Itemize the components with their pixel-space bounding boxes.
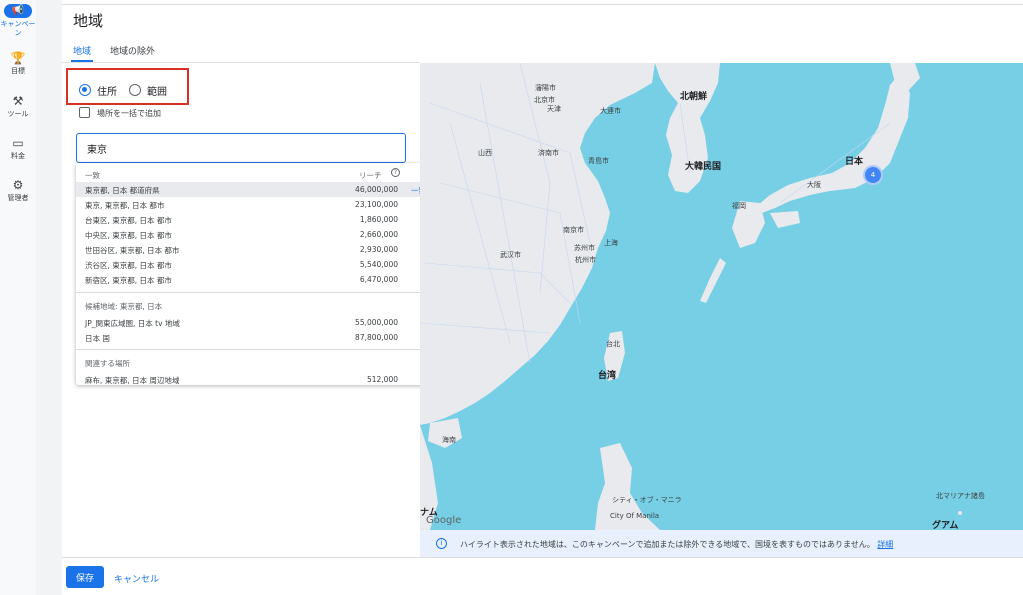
result-reach: 2,660,000 — [359, 230, 398, 239]
tab-excluded-locations[interactable]: 地域の除外 — [110, 44, 155, 57]
help-icon[interactable]: ? — [391, 168, 400, 177]
korea-peninsula — [655, 63, 720, 193]
nav-item-label: 目標 — [11, 67, 25, 75]
map-label-manila-en: City Of Manila — [610, 512, 660, 520]
result-reach: 87,800,000 — [355, 333, 398, 342]
app-root: 📢 キャンペーン 🏆 目標 ⚒ ツール ▭ 料金 ⚙ 管理者 地域 地域 地域の… — [0, 0, 1023, 595]
map-label-taiwan: 台湾 — [598, 371, 617, 381]
map-label-nanjing: 南京市 — [563, 226, 584, 234]
tools-icon: ⚒ — [12, 94, 24, 108]
result-name: 渋谷区, 東京都, 日本 都市 — [85, 261, 172, 270]
nav-item-campaigns[interactable]: 📢 キャンペーン — [0, 4, 36, 38]
map-label-japan: 日本 — [845, 157, 864, 167]
result-name: JP_関東広域圏, 日本 tv 地域 — [85, 319, 180, 328]
result-reach: 46,000,000 — [355, 185, 398, 194]
bulk-add-checkbox[interactable] — [79, 107, 90, 118]
reach-header: リーチ — [359, 171, 382, 180]
bulk-add-label[interactable]: 場所を一括で追加 — [97, 108, 161, 119]
map-view[interactable]: 瀋陽市 大連市 北京市 天津 山西 済南市 青島市 北朝鮮 大韓民国 日本 大阪… — [420, 63, 1023, 530]
radio-address[interactable] — [79, 84, 91, 96]
result-name: 新宿区, 東京都, 日本 都市 — [85, 276, 172, 285]
nav-item-label: 料金 — [11, 152, 25, 160]
google-logo: Google — [426, 515, 462, 526]
result-reach: 55,000,000 — [355, 318, 398, 327]
nav-item-label: 管理者 — [7, 194, 29, 202]
candidate-section-header: 候補地域: 東京都, 日本 — [85, 302, 163, 311]
map-label-hainan: 海南 — [442, 436, 456, 444]
related-section-header: 関連する場所 — [85, 359, 130, 368]
japan-shikoku — [770, 211, 800, 228]
match-header: 一致 — [85, 171, 100, 180]
gear-icon: ⚙ — [12, 178, 24, 192]
map-label-guam: グアム — [932, 521, 959, 530]
map-label-dalian: 大連市 — [600, 107, 621, 115]
nav-item-tools[interactable]: ⚒ ツール — [0, 94, 36, 119]
info-text: ハイライト表示された地域は、このキャンペーンで追加または除外できる地域で、国境を… — [460, 539, 893, 550]
info-bar: i ハイライト表示された地域は、このキャンペーンで追加または除外できる地域で、国… — [420, 530, 1023, 557]
map-label-south-korea: 大韓民国 — [685, 162, 722, 172]
trophy-icon: 🏆 — [10, 51, 26, 65]
learn-more-link[interactable]: 詳細 — [877, 540, 893, 549]
card-icon: ▭ — [12, 136, 24, 150]
top-divider — [62, 4, 1023, 5]
map-label-shanghai: 上海 — [604, 239, 618, 247]
nav-item-admin[interactable]: ⚙ 管理者 — [0, 178, 36, 203]
result-reach: 1,860,000 — [359, 215, 398, 224]
result-name: 麻布, 東京都, 日本 周辺地域 — [85, 376, 180, 385]
footer-divider — [62, 557, 1023, 558]
tab-locations[interactable]: 地域 — [73, 44, 91, 57]
result-name: 世田谷区, 東京都, 日本 都市 — [85, 246, 180, 255]
map-label-wuhan: 武汉市 — [500, 251, 521, 259]
map-label-jinan: 済南市 — [538, 149, 559, 157]
radio-radius[interactable] — [129, 84, 141, 96]
result-reach: 23,100,000 — [355, 200, 398, 209]
info-icon: i — [436, 538, 447, 549]
map-label-suzhou: 苏州市 — [574, 244, 595, 252]
map-land — [420, 63, 962, 530]
radio-address-label[interactable]: 住所 — [97, 83, 117, 98]
map-label-shenyang: 瀋陽市 — [535, 84, 556, 92]
nav-item-label: ツール — [7, 110, 29, 118]
result-name: 日本 国 — [85, 334, 110, 343]
nav-item-label: キャンペーン — [0, 20, 36, 37]
map-label-northern-mariana: 北マリアナ諸島 — [936, 492, 985, 500]
map-label-osaka: 大阪 — [807, 181, 821, 189]
info-message: ハイライト表示された地域は、このキャンペーンで追加または除外できる地域で、国境を… — [460, 540, 875, 549]
result-name: 中央区, 東京都, 日本 都市 — [85, 231, 172, 240]
map-label-tianjin: 天津 — [547, 105, 561, 113]
map-label-qingdao: 青島市 — [588, 157, 609, 165]
result-reach: 5,540,000 — [359, 260, 398, 269]
japan-honshu — [758, 73, 910, 213]
result-reach: 512,000 — [366, 375, 398, 384]
left-nav: 📢 キャンペーン 🏆 目標 ⚒ ツール ▭ 料金 ⚙ 管理者 — [0, 0, 36, 595]
save-button[interactable]: 保存 — [66, 566, 104, 588]
map-label-hangzhou: 杭州市 — [575, 256, 596, 264]
result-reach: 6,470,000 — [359, 275, 398, 284]
map-cluster-marker[interactable]: 4 — [863, 165, 883, 185]
cancel-button[interactable]: キャンセル — [114, 572, 159, 585]
tabs-divider — [62, 62, 420, 63]
mariana-islands — [958, 511, 962, 515]
map-label-north-korea: 北朝鮮 — [680, 92, 708, 102]
result-name: 東京, 東京都, 日本 都市 — [85, 201, 165, 210]
location-search-input[interactable] — [76, 133, 406, 163]
nav-item-goals[interactable]: 🏆 目標 — [0, 51, 36, 76]
result-reach: 2,930,000 — [359, 245, 398, 254]
result-name: 東京都, 日本 都道府県 — [85, 186, 160, 195]
map-label-manila: シティ・オブ・マニラ — [612, 496, 682, 504]
map-label-fukuoka: 福岡 — [732, 202, 746, 210]
map-label-mountain: 山西 — [478, 149, 492, 157]
page-title: 地域 — [73, 12, 104, 30]
megaphone-icon: 📢 — [4, 4, 32, 18]
nav-item-billing[interactable]: ▭ 料金 — [0, 136, 36, 161]
result-name: 台東区, 東京都, 日本 都市 — [85, 216, 172, 225]
ryukyu-islands — [700, 258, 726, 303]
radio-radius-label[interactable]: 範囲 — [147, 83, 167, 98]
map-label-taipei: 台北 — [606, 340, 620, 348]
